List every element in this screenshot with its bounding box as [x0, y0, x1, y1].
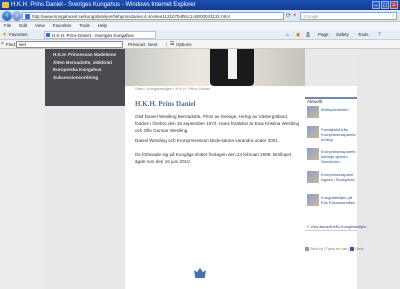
news-thumbnail[interactable] — [307, 126, 319, 138]
minimize-icon[interactable]: – — [372, 1, 380, 9]
close-find-icon[interactable]: × — [1, 40, 4, 49]
safety-menu[interactable]: Safety — [336, 30, 349, 40]
search-icon[interactable]: ⌕ — [391, 13, 394, 20]
facebook-icon[interactable] — [350, 247, 355, 251]
nav-item-succession[interactable]: Sukcessionsordning — [53, 74, 125, 82]
print-page-icon[interactable] — [305, 247, 309, 251]
news-thumbnail[interactable] — [307, 148, 319, 160]
article-paragraph-3: De förlovade sig på Kungliga slottet fre… — [135, 152, 292, 164]
article-paragraph-2: Daniel Westling och Kronprinsessan lärde… — [135, 138, 280, 143]
news-link[interactable]: Kronprinsessparets kortege genom Stockho… — [321, 149, 357, 164]
page-title: H.K.H. Prins Daniel — [135, 100, 196, 108]
tab-active[interactable]: H.K.H. Prins Daniel - Sveriges Kungahus — [44, 31, 156, 39]
help-icon[interactable]: ? — [378, 30, 381, 40]
find-input[interactable]: wel — [16, 41, 123, 48]
nav-item-european-royals[interactable]: Europeiska Kungahus — [53, 66, 125, 74]
find-bar: × Find: wel Previous Next | ☰ Options — [0, 40, 400, 49]
feeds-icon[interactable]: ◉ — [296, 30, 300, 40]
address-bar[interactable]: http://www.kungahuset.se/kungafamiljen/h… — [22, 12, 284, 20]
news-link[interactable]: Kungafamiljen på Eric Ericssonhallen — [321, 195, 357, 205]
aside-divider — [305, 230, 357, 231]
refresh-icon[interactable]: ⟳ — [286, 12, 291, 20]
news-link[interactable]: Bröllopsminnen — [321, 107, 357, 112]
nav-item-madeleine[interactable]: H.K.H. Prinsessan Madeleine — [53, 51, 125, 59]
back-icon[interactable]: ‹ — [2, 11, 12, 21]
news-item[interactable]: Familjebild från Kronprinsessparets bröl… — [307, 126, 357, 142]
menu-tools[interactable]: Tools — [79, 22, 90, 30]
news-link[interactable]: Familjebild från Kronprinsessparets bröl… — [321, 127, 357, 142]
royal-crown-icon — [193, 267, 207, 279]
facebook-share-link[interactable]: Dela — [356, 247, 364, 251]
home-icon[interactable]: ⌂ — [286, 30, 289, 40]
find-value: wel — [19, 42, 26, 47]
news-item[interactable]: Kronprinsessparet vigdes i Storkyrkan — [307, 171, 357, 186]
forward-icon[interactable]: › — [12, 11, 22, 21]
news-item[interactable]: Kungafamiljen på Eric Ericssonhallen — [307, 194, 357, 209]
print-icon[interactable]: ⎙ — [306, 30, 310, 40]
find-options-button[interactable]: Options — [176, 40, 192, 49]
close-icon[interactable]: × — [390, 1, 398, 9]
aside-title: Aktuellt — [305, 97, 357, 104]
news-thumbnail[interactable] — [307, 106, 319, 118]
breadcrumb[interactable]: Start / Kungafamiljen / H.K.H. Prins Dan… — [135, 86, 210, 91]
tab-title: H.K.H. Prins Daniel - Sveriges Kungahus — [52, 33, 134, 38]
menu-bar: File Edit View Favorites Tools Help — [0, 22, 400, 30]
nav-item-family-tree[interactable]: Ätten Bernadotte, släktträd — [53, 59, 125, 67]
find-separator: | — [166, 42, 168, 47]
news-link[interactable]: Kronprinsessparet vigdes i Storkyrkan — [321, 172, 357, 182]
favorites-star-icon[interactable]: ★ — [2, 30, 7, 40]
favorites-bar: ★ Favorites H.K.H. Prins Daniel - Sverig… — [0, 30, 400, 40]
news-item[interactable]: Kronprinsessparets kortege genom Stockho… — [307, 148, 357, 164]
menu-file[interactable]: File — [4, 22, 11, 30]
menu-edit[interactable]: Edit — [19, 22, 27, 30]
page-menu[interactable]: Page — [318, 30, 329, 40]
news-thumbnail[interactable] — [307, 171, 319, 183]
search-box[interactable]: Google ⌕ — [300, 12, 397, 20]
find-label: Find: — [6, 42, 17, 47]
ie-logo-icon — [2, 2, 9, 8]
section-nav: H.K.H. Prinsessan Madeleine Ätten Bernad… — [45, 49, 125, 106]
view-all-news-link[interactable]: » Visa aktuellt från Kungafamiljen — [307, 224, 366, 229]
window-title: H.K.H. Prins Daniel - Sveriges Kungahus … — [11, 2, 196, 8]
maximize-icon[interactable]: □ — [381, 1, 389, 9]
options-icon: ☰ — [170, 41, 175, 47]
menu-view[interactable]: View — [35, 22, 45, 30]
menu-favorites[interactable]: Favorites — [53, 22, 72, 30]
search-placeholder: Google — [304, 14, 319, 19]
menu-help[interactable]: Help — [98, 22, 107, 30]
news-item[interactable]: Bröllopsminnen — [307, 106, 357, 121]
page-left-margin — [0, 49, 45, 289]
tools-menu[interactable]: Tools — [358, 30, 369, 40]
window-title-bar[interactable]: H.K.H. Prins Daniel - Sveriges Kungahus … — [0, 0, 400, 10]
page-right-margin — [357, 49, 400, 289]
find-next-button[interactable]: Next — [148, 40, 157, 49]
news-thumbnail[interactable] — [307, 194, 319, 206]
favorites-label[interactable]: Favorites — [9, 30, 28, 40]
stop-icon[interactable]: × — [293, 12, 297, 20]
share-links: Skriv ut | Tipsa en vän | Dela — [305, 247, 363, 251]
window-controls: – □ × — [372, 1, 398, 9]
url-text: http://www.kungahuset.se/kungafamiljen/h… — [32, 14, 230, 19]
hero-photo-shirt — [228, 49, 237, 79]
find-previous-button[interactable]: Previous — [128, 40, 146, 49]
share-text[interactable]: Skriv ut | Tipsa en vän | — [310, 247, 349, 251]
tab-page-icon — [46, 33, 50, 37]
address-toolbar: ‹ › http://www.kungahuset.se/kungafamilj… — [0, 10, 400, 22]
page-icon — [25, 14, 30, 19]
article-paragraph-1: Olof Daniel Westling Bernadotte, Prins a… — [135, 114, 300, 133]
